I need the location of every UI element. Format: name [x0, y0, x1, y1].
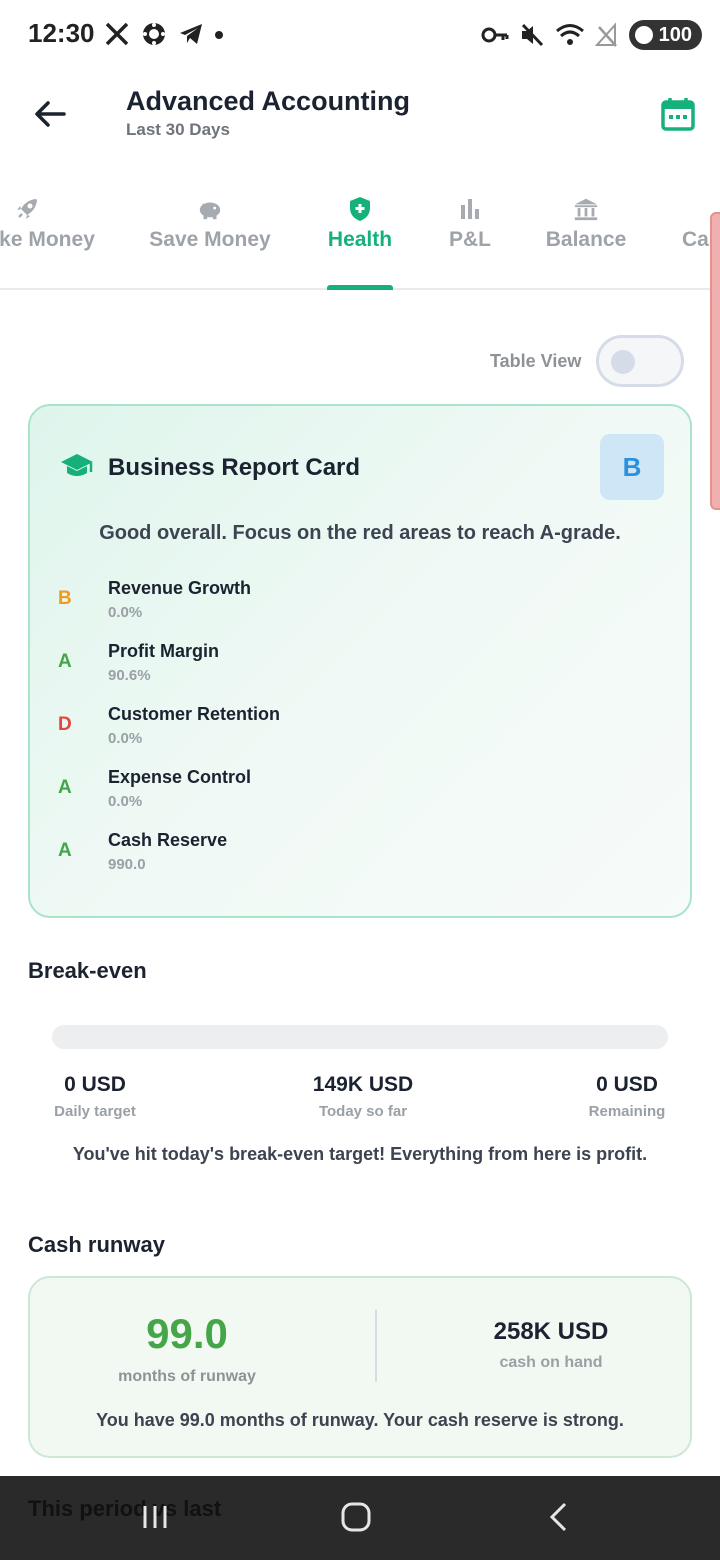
battery-shield-icon — [634, 26, 653, 44]
battery-level: 100 — [658, 23, 692, 46]
metric-name: Cash Reserve — [108, 830, 228, 850]
back-button[interactable] — [30, 94, 70, 134]
metric-value: 90.6% — [108, 667, 151, 684]
tab-health[interactable]: Health — [310, 190, 410, 290]
side-scroll-accent[interactable] — [710, 212, 720, 510]
metric-grade: A — [58, 651, 72, 672]
metric-cash-reserve: A Cash Reserve 990.0 — [30, 830, 650, 890]
dot-icon — [215, 31, 223, 39]
break-even-title: Break-even — [28, 958, 147, 983]
app-bar: Advanced Accounting Last 30 Days — [0, 70, 720, 170]
metric-revenue-growth: B Revenue Growth 0.0% — [30, 578, 650, 638]
arrow-left-icon — [35, 101, 66, 127]
tab-bar: Make Money Save Money Health P&L Balance… — [0, 190, 720, 290]
metric-value: 0.0% — [108, 793, 143, 810]
remaining-label: Remaining — [588, 1103, 666, 1120]
page-title: Advanced Accounting — [126, 86, 411, 116]
report-card-title: Business Report Card — [108, 454, 361, 481]
metric-value: 0.0% — [108, 604, 143, 621]
piggy-bank-icon — [197, 196, 223, 222]
home-button[interactable] — [331, 1496, 381, 1538]
metric-name: Revenue Growth — [108, 578, 252, 598]
chip-icon — [143, 23, 165, 45]
date-range-subtitle: Last 30 Days — [126, 120, 230, 139]
graduation-cap-icon — [61, 454, 93, 476]
overall-grade-badge: B — [600, 434, 664, 500]
period-comparison-title: This period vs last — [28, 1496, 222, 1521]
report-card-summary: Good overall. Focus on the red areas to … — [99, 522, 621, 544]
metric-grade: D — [58, 714, 72, 735]
break-even-progress-bar — [52, 1025, 668, 1049]
cash-runway-title: Cash runway — [28, 1232, 165, 1257]
tab-balance-label: Balance — [545, 228, 627, 251]
tab-balance[interactable]: Balance — [531, 190, 641, 290]
home-icon — [341, 1502, 371, 1532]
no-signal-icon — [594, 22, 617, 47]
today-so-far-value: 149K USD — [312, 1073, 414, 1096]
metric-customer-retention: D Customer Retention 0.0% — [30, 704, 650, 764]
tab-make-money-label: Make Money — [0, 228, 95, 251]
tab-pl-label: P&L — [449, 228, 491, 251]
status-bar: 12:30 100 — [0, 0, 720, 70]
battery-indicator: 100 — [628, 20, 702, 50]
metric-grade: A — [58, 777, 72, 798]
runway-months-label: months of runway — [118, 1368, 256, 1385]
toggle-knob — [611, 350, 635, 374]
runway-message: You have 99.0 months of runway. Your cas… — [96, 1410, 624, 1430]
calendar-button[interactable] — [660, 96, 696, 132]
today-so-far-label: Today so far — [318, 1103, 408, 1120]
business-report-card: Business Report Card B Good overall. Foc… — [28, 404, 692, 918]
runway-months-value: 99.0 — [146, 1310, 228, 1357]
metric-name: Customer Retention — [108, 704, 281, 724]
system-back-button[interactable] — [534, 1496, 584, 1538]
metric-grade: A — [58, 840, 72, 861]
runway-divider — [375, 1310, 377, 1382]
metric-value: 990.0 — [108, 856, 146, 873]
daily-target-label: Daily target — [54, 1103, 136, 1120]
wifi-icon — [555, 24, 584, 45]
metric-value: 0.0% — [108, 730, 143, 747]
remaining-stat: 0 USD Remaining — [572, 1073, 682, 1120]
metric-grade: B — [58, 588, 72, 609]
table-view-toggle[interactable] — [596, 335, 684, 387]
metric-profit-margin: A Profit Margin 90.6% — [30, 641, 650, 701]
daily-target-value: 0 USD — [64, 1073, 126, 1096]
metric-name: Expense Control — [108, 767, 252, 787]
cash-runway-card: 99.0 months of runway 258K USD cash on h… — [28, 1276, 692, 1458]
cash-on-hand-label: cash on hand — [499, 1354, 603, 1371]
status-time: 12:30 — [28, 18, 95, 48]
bar-chart-icon — [457, 196, 483, 222]
key-icon — [481, 27, 509, 43]
table-view-label: Table View — [490, 351, 582, 371]
metric-expense-control: A Expense Control 0.0% — [30, 767, 650, 827]
tab-health-label: Health — [327, 228, 393, 251]
daily-target-stat: 0 USD Daily target — [30, 1073, 160, 1120]
system-icons: 100 — [481, 20, 702, 50]
tab-save-money-label: Save Money — [149, 228, 271, 251]
shield-plus-icon — [347, 196, 373, 222]
tab-make-money[interactable]: Make Money — [0, 190, 100, 290]
today-so-far-stat: 149K USD Today so far — [280, 1073, 446, 1120]
break-even-message: You've hit today's break-even target! Ev… — [72, 1144, 648, 1164]
notification-icons — [104, 20, 224, 48]
cash-on-hand-value: 258K USD — [493, 1318, 609, 1345]
metric-name: Profit Margin — [108, 641, 219, 661]
chevron-left-icon — [549, 1502, 567, 1532]
rocket-icon — [14, 196, 40, 222]
tab-pl[interactable]: P&L — [430, 190, 510, 290]
remaining-value: 0 USD — [596, 1073, 658, 1096]
mute-icon — [521, 23, 543, 47]
recent-apps-button[interactable] — [130, 1496, 180, 1538]
bank-icon — [573, 196, 599, 222]
calendar-icon — [661, 98, 695, 131]
x-logo-icon — [105, 22, 129, 46]
telegram-icon — [180, 24, 202, 44]
tab-save-money[interactable]: Save Money — [140, 190, 280, 290]
recent-apps-icon — [143, 1506, 167, 1528]
tab-active-indicator — [327, 285, 393, 290]
